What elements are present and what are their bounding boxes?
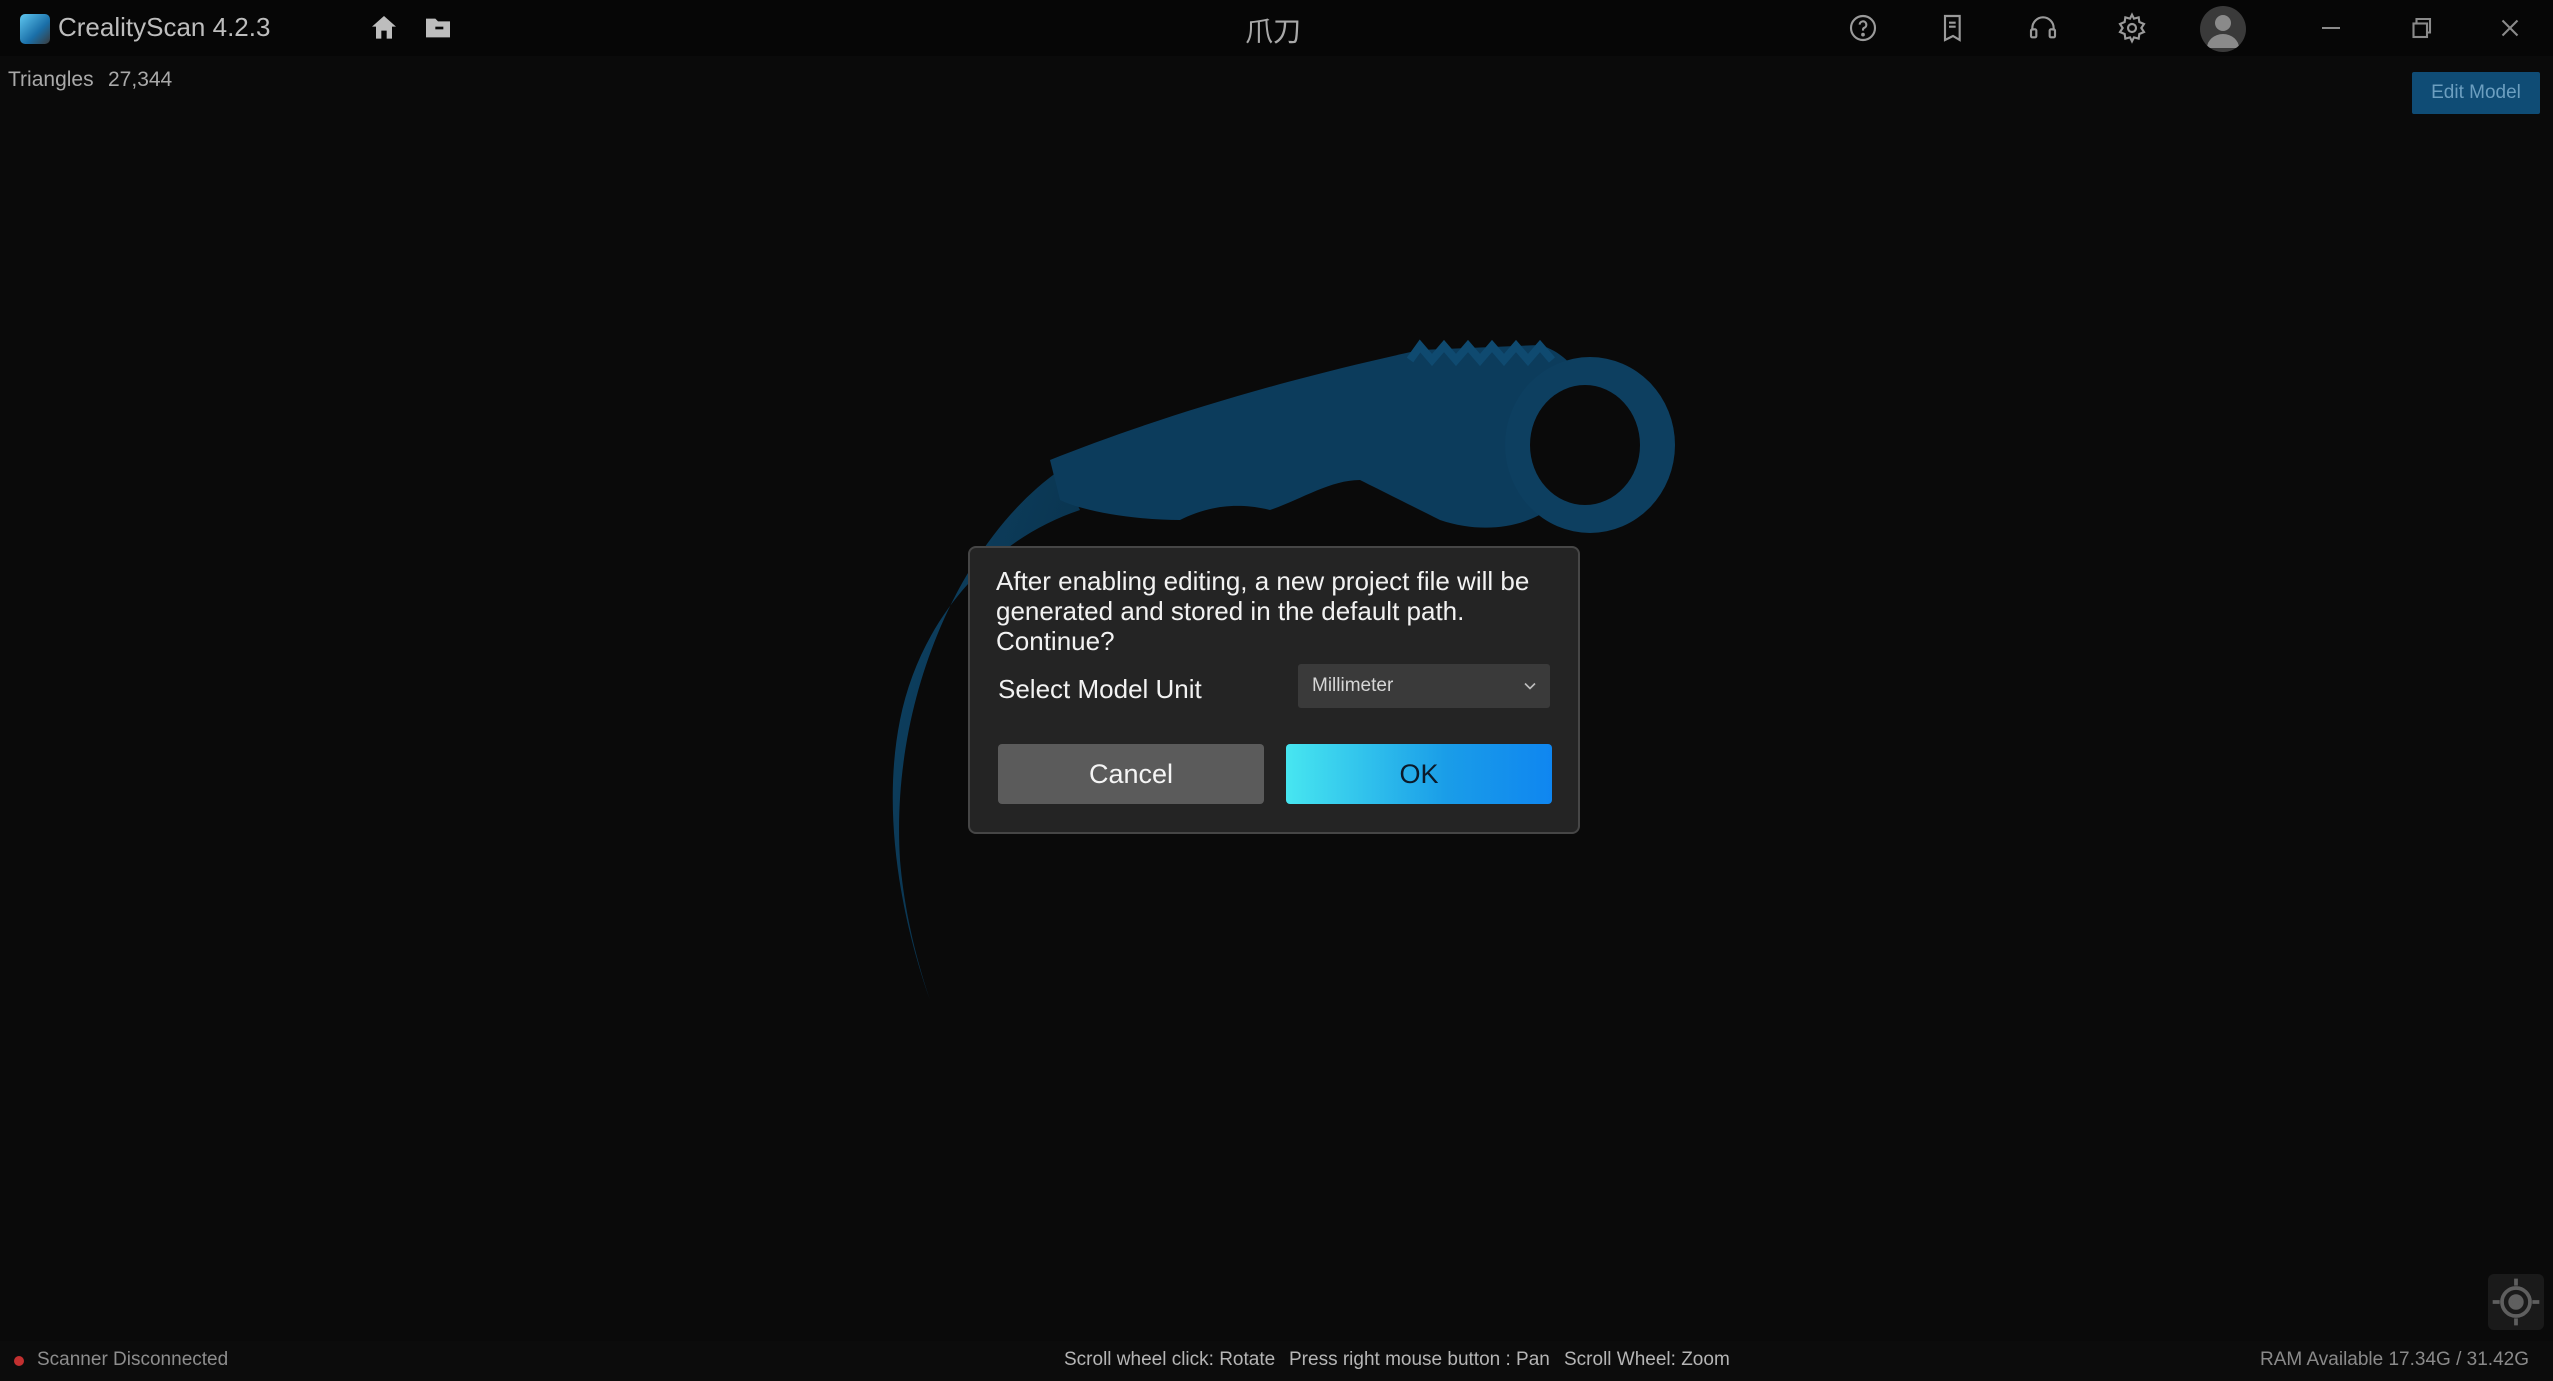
project-name: 爪刀 bbox=[1245, 15, 1302, 48]
hint-zoom: Scroll Wheel: Zoom bbox=[1564, 1349, 1730, 1370]
hint-rotate: Scroll wheel click: Rotate bbox=[1064, 1349, 1276, 1370]
avatar[interactable] bbox=[2200, 6, 2246, 52]
locate-icon[interactable] bbox=[2488, 1274, 2544, 1330]
scanner-status-dot bbox=[14, 1356, 24, 1366]
restore-icon[interactable] bbox=[2403, 10, 2439, 46]
ram-available: RAM Available 17.34G / 31.42G bbox=[2260, 1349, 2529, 1370]
chevron-down-icon bbox=[1520, 676, 1540, 696]
enable-editing-dialog: After enabling editing, a new project fi… bbox=[968, 546, 1580, 834]
ok-button[interactable]: OK bbox=[1286, 744, 1552, 804]
app-logo bbox=[20, 14, 50, 44]
triangles-label: Triangles bbox=[8, 68, 94, 91]
triangles-value: 27,344 bbox=[108, 68, 173, 91]
home-icon[interactable] bbox=[368, 12, 400, 44]
hint-pan: Press right mouse button : Pan bbox=[1289, 1349, 1550, 1370]
gear-icon[interactable] bbox=[2116, 12, 2148, 44]
model-unit-select[interactable]: Millimeter bbox=[1298, 664, 1550, 708]
model-unit-label: Select Model Unit bbox=[998, 674, 1202, 704]
app-title: CrealityScan 4.2.3 bbox=[58, 12, 271, 42]
scanner-status: Scanner Disconnected bbox=[37, 1349, 229, 1370]
title-bar: CrealityScan 4.2.3 爪刀 bbox=[0, 0, 2553, 56]
close-icon[interactable] bbox=[2492, 10, 2528, 46]
headset-icon[interactable] bbox=[2027, 12, 2059, 44]
notes-icon[interactable] bbox=[1937, 12, 1969, 44]
edit-model-button[interactable]: Edit Model bbox=[2412, 72, 2540, 114]
minimize-icon[interactable] bbox=[2313, 10, 2349, 46]
cancel-button[interactable]: Cancel bbox=[998, 744, 1264, 804]
dialog-message: After enabling editing, a new project fi… bbox=[996, 566, 1530, 656]
help-icon[interactable] bbox=[1847, 12, 1879, 44]
status-bar bbox=[0, 1341, 2553, 1381]
model-unit-value: Millimeter bbox=[1312, 675, 1394, 696]
folder-icon[interactable] bbox=[422, 12, 454, 44]
